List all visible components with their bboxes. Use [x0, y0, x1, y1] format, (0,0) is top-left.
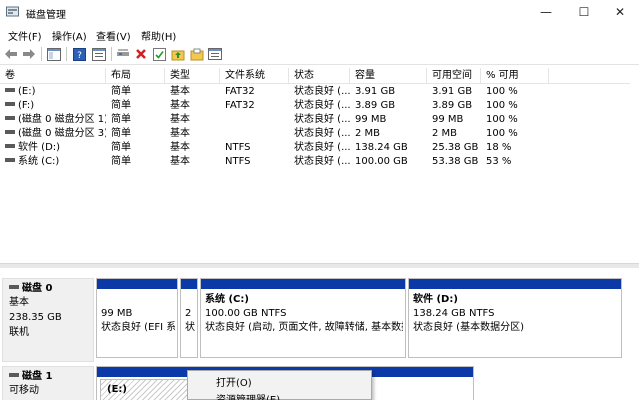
disk-0-type: 基本 [9, 297, 29, 308]
column-free-space[interactable]: 可用空间 [427, 68, 481, 84]
partition-software-d[interactable]: 软件 (D:) 138.24 GB NTFS 状态良好 (基本数据分区) [408, 278, 622, 358]
window-list-icon[interactable] [207, 46, 223, 62]
disk-1-info[interactable]: 磁盘 1 可移动 [2, 366, 94, 400]
open-folder-icon[interactable] [189, 46, 205, 62]
volume-list-header: 卷 布局 类型 文件系统 状态 容量 可用空间 % 可用 [0, 68, 630, 84]
disk-icon [9, 285, 19, 289]
column-volume[interactable]: 卷 [0, 68, 106, 84]
drive-icon [5, 144, 15, 148]
menu-help[interactable]: 帮助(H) [141, 28, 176, 43]
delete-icon[interactable] [133, 46, 149, 62]
drive-icon [5, 102, 15, 106]
table-row[interactable]: (磁盘 0 磁盘分区 3) 简单 基本 状态良好 (... 2 MB 2 MB … [0, 127, 630, 141]
table-row[interactable]: (E:) 简单 基本 FAT32 状态良好 (... 3.91 GB 3.91 … [0, 85, 630, 99]
disk-0-size: 238.35 GB [9, 312, 62, 323]
properties-icon[interactable] [91, 46, 107, 62]
connect-disk-icon[interactable] [115, 46, 131, 62]
help-icon[interactable]: ? [71, 46, 87, 62]
context-menu-open[interactable]: 打开(O) [216, 374, 252, 389]
table-row[interactable]: (磁盘 0 磁盘分区 1) 简单 基本 状态良好 (... 99 MB 99 M… [0, 113, 630, 127]
column-percent-free[interactable]: % 可用 [481, 68, 549, 84]
check-icon[interactable] [151, 46, 167, 62]
minimize-button[interactable]: — [526, 0, 566, 24]
drive-icon [5, 88, 15, 92]
menu-view[interactable]: 查看(V) [96, 28, 131, 43]
column-filesystem[interactable]: 文件系统 [220, 68, 289, 84]
disk-view-scrollbar[interactable] [630, 268, 639, 400]
table-row[interactable]: 系统 (C:) 简单 基本 NTFS 状态良好 (... 100.00 GB 5… [0, 155, 630, 169]
drive-icon [5, 116, 15, 120]
menu-action[interactable]: 操作(A) [52, 28, 87, 43]
table-row[interactable]: (F:) 简单 基本 FAT32 状态良好 (... 3.89 GB 3.89 … [0, 99, 630, 113]
title-bar: 磁盘管理 — ☐ ✕ [0, 0, 639, 24]
window-title: 磁盘管理 [26, 10, 66, 21]
context-menu: 打开(O) 资源管理器(E) [187, 370, 372, 400]
column-status[interactable]: 状态 [289, 68, 350, 84]
disk-0-info[interactable]: 磁盘 0 基本 238.35 GB 联机 [2, 278, 94, 362]
context-menu-explorer[interactable]: 资源管理器(E) [216, 391, 280, 400]
drive-icon [5, 130, 15, 134]
column-layout[interactable]: 布局 [106, 68, 165, 84]
selected-partition-e[interactable]: (E:) [100, 379, 192, 400]
partition-msr[interactable]: 2 状 [180, 278, 198, 358]
close-button[interactable]: ✕ [600, 0, 639, 24]
partition-efi[interactable]: 99 MB 状态良好 (EFI 系 [96, 278, 178, 358]
table-row[interactable]: 软件 (D:) 简单 基本 NTFS 状态良好 (... 138.24 GB 2… [0, 141, 630, 155]
svg-text:?: ? [77, 51, 82, 61]
toolbar: ? [0, 43, 639, 65]
forward-arrow-icon[interactable] [21, 46, 37, 62]
column-type[interactable]: 类型 [165, 68, 220, 84]
disk-0-name: 磁盘 0 [22, 283, 53, 294]
console-tree-icon[interactable] [46, 46, 62, 62]
back-arrow-icon[interactable] [3, 46, 19, 62]
disk-1-name: 磁盘 1 [22, 371, 53, 382]
partition-system-c[interactable]: 系统 (C:) 100.00 GB NTFS 状态良好 (启动, 页面文件, 故… [200, 278, 406, 358]
disk-management-icon [6, 6, 19, 17]
column-capacity[interactable]: 容量 [350, 68, 427, 84]
disk-0-state: 联机 [9, 327, 29, 338]
maximize-button[interactable]: ☐ [564, 0, 604, 24]
menu-file[interactable]: 文件(F) [8, 28, 42, 43]
volume-list-scrollbar[interactable] [630, 68, 639, 263]
menu-bar: 文件(F) 操作(A) 查看(V) 帮助(H) [0, 25, 639, 43]
disk-1-type: 可移动 [9, 385, 39, 396]
disk-icon [9, 373, 19, 377]
up-folder-icon[interactable] [170, 46, 186, 62]
drive-icon [5, 158, 15, 162]
